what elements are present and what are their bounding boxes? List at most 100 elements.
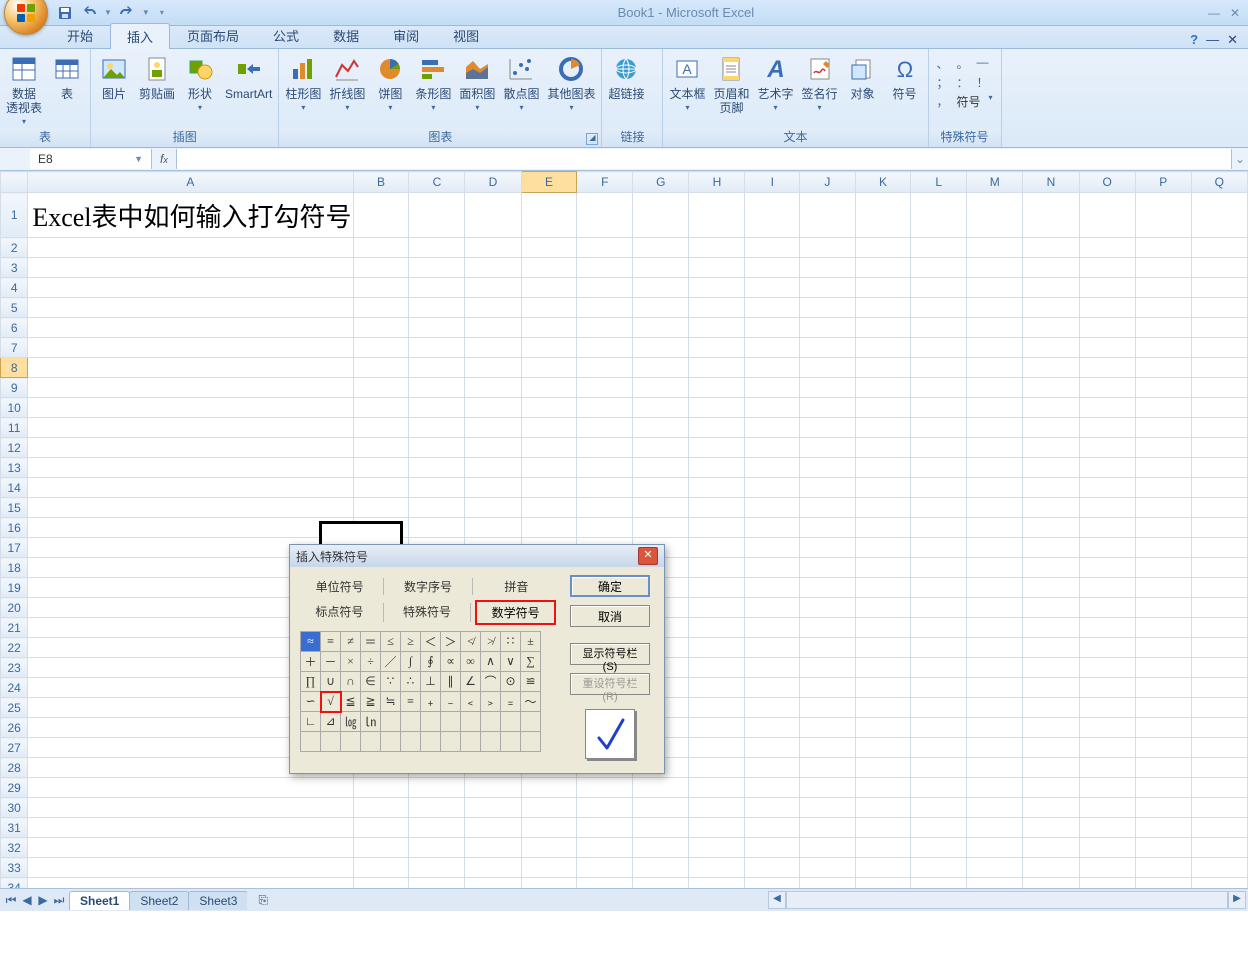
cell[interactable] — [577, 818, 633, 838]
cell[interactable] — [800, 458, 855, 478]
cell[interactable] — [967, 338, 1023, 358]
symbol-cell[interactable]: ≈ — [301, 632, 321, 652]
ribbon-close-icon[interactable]: ✕ — [1227, 32, 1238, 48]
cell[interactable] — [521, 498, 577, 518]
cell[interactable] — [855, 638, 911, 658]
row-header[interactable]: 8 — [1, 358, 28, 378]
cell[interactable] — [1135, 438, 1191, 458]
cell[interactable] — [1135, 758, 1191, 778]
cell[interactable] — [521, 438, 577, 458]
cell[interactable]: Excel表中如何输入打勾符号 — [28, 193, 353, 238]
cell[interactable] — [1023, 698, 1079, 718]
cell[interactable] — [911, 278, 967, 298]
cell[interactable] — [1191, 278, 1247, 298]
cell[interactable] — [800, 618, 855, 638]
cell[interactable] — [800, 238, 855, 258]
cell[interactable] — [689, 698, 745, 718]
cell[interactable] — [1023, 438, 1079, 458]
cell[interactable] — [521, 458, 577, 478]
cell[interactable] — [967, 258, 1023, 278]
symbol-cell[interactable]: ﹤ — [461, 692, 481, 712]
symbol-cell[interactable] — [301, 732, 321, 752]
cell[interactable] — [521, 238, 577, 258]
area-chart-button[interactable]: 面积图 ▾ — [459, 53, 495, 112]
cell[interactable] — [577, 838, 633, 858]
cell[interactable] — [855, 578, 911, 598]
symbol-cell[interactable] — [521, 712, 541, 732]
cell[interactable] — [967, 618, 1023, 638]
symbol-cell[interactable] — [421, 712, 441, 732]
cell[interactable] — [1079, 678, 1135, 698]
cell[interactable] — [409, 498, 465, 518]
cell[interactable] — [911, 518, 967, 538]
cell[interactable] — [1079, 398, 1135, 418]
cell[interactable] — [745, 298, 800, 318]
cell[interactable] — [465, 238, 521, 258]
cell[interactable] — [967, 358, 1023, 378]
cell[interactable] — [1191, 678, 1247, 698]
qat-redo-icon[interactable] — [118, 4, 136, 22]
cell[interactable] — [800, 658, 855, 678]
cell[interactable] — [1191, 193, 1247, 238]
cell[interactable] — [1079, 698, 1135, 718]
cell[interactable] — [1191, 618, 1247, 638]
cell[interactable] — [689, 398, 745, 418]
cell[interactable] — [353, 378, 409, 398]
cell[interactable] — [1079, 558, 1135, 578]
cell[interactable] — [855, 718, 911, 738]
cell[interactable] — [689, 638, 745, 658]
cell[interactable] — [855, 418, 911, 438]
cell[interactable] — [1079, 478, 1135, 498]
cell[interactable] — [967, 378, 1023, 398]
symbol-cell[interactable]: ≤ — [381, 632, 401, 652]
cell[interactable] — [1079, 518, 1135, 538]
cell[interactable] — [967, 798, 1023, 818]
cell[interactable] — [1191, 238, 1247, 258]
cell[interactable] — [28, 858, 353, 878]
headerfooter-button[interactable]: 页眉和 页脚 — [713, 53, 749, 115]
cell[interactable] — [409, 338, 465, 358]
cell[interactable] — [28, 418, 353, 438]
cell[interactable] — [689, 558, 745, 578]
cell[interactable] — [800, 378, 855, 398]
cell[interactable] — [911, 618, 967, 638]
shapes-button[interactable]: 形状 ▾ — [183, 53, 217, 112]
symbol-cell[interactable]: － — [321, 652, 341, 672]
row-header[interactable]: 5 — [1, 298, 28, 318]
cell[interactable] — [800, 818, 855, 838]
symbol-cell[interactable]: ∞ — [461, 652, 481, 672]
cell[interactable] — [1023, 318, 1079, 338]
symbol-cell[interactable] — [441, 712, 461, 732]
cell[interactable] — [1079, 738, 1135, 758]
symbol-cell[interactable]: ㏑ — [361, 712, 381, 732]
cell[interactable] — [911, 838, 967, 858]
cell[interactable] — [353, 838, 409, 858]
formula-bar[interactable] — [176, 149, 1231, 169]
cell[interactable] — [800, 478, 855, 498]
cell[interactable] — [521, 278, 577, 298]
cell[interactable] — [745, 718, 800, 738]
row-header[interactable]: 10 — [1, 398, 28, 418]
cell[interactable] — [633, 818, 689, 838]
symbol-cell[interactable] — [501, 712, 521, 732]
cell[interactable] — [689, 598, 745, 618]
cell[interactable] — [1191, 518, 1247, 538]
cell[interactable] — [1191, 838, 1247, 858]
cell[interactable] — [521, 338, 577, 358]
cell[interactable] — [1135, 193, 1191, 238]
cell[interactable] — [911, 193, 967, 238]
sheet-tab-2[interactable]: Sheet2 — [129, 891, 189, 910]
cell[interactable] — [800, 278, 855, 298]
cell[interactable] — [28, 478, 353, 498]
cell[interactable] — [800, 558, 855, 578]
cell[interactable] — [353, 498, 409, 518]
cell[interactable] — [689, 478, 745, 498]
spreadsheet-grid[interactable]: ABCDEFGHIJKLMNOPQ1Excel表中如何输入打勾符号2345678… — [0, 171, 1248, 911]
symbol-cell[interactable] — [401, 712, 421, 732]
cell[interactable] — [689, 838, 745, 858]
cell[interactable] — [521, 418, 577, 438]
cell[interactable] — [911, 318, 967, 338]
cell[interactable] — [745, 538, 800, 558]
cell[interactable] — [800, 638, 855, 658]
cell[interactable] — [521, 298, 577, 318]
